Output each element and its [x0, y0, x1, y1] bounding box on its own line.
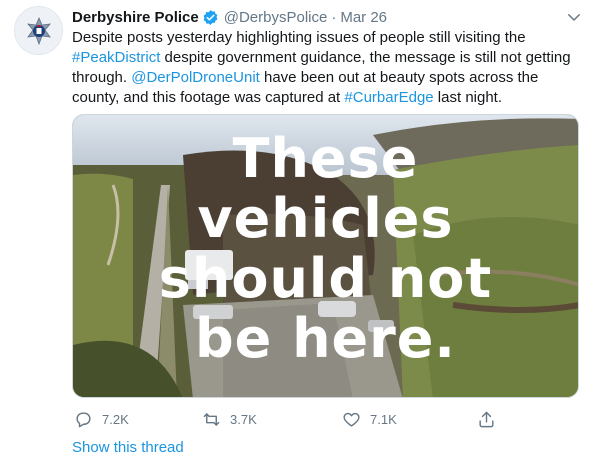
author-handle[interactable]: @DerbysPolice: [224, 9, 328, 26]
caption-line: vehicles: [197, 187, 454, 250]
retweet-icon: [203, 413, 220, 426]
text-segment: Despite posts yesterday highlighting iss…: [72, 29, 526, 46]
caption-line: These: [232, 127, 419, 190]
share-button[interactable]: [477, 410, 505, 429]
retweet-count: 3.7K: [230, 412, 257, 427]
caption-line: be here.: [195, 307, 456, 370]
hashtag-peakdistrict[interactable]: #PeakDistrict: [72, 49, 160, 66]
share-icon: [479, 411, 494, 428]
caption-line: should not: [158, 247, 493, 310]
tweet-actions: 7.2K 3.7K 7.1K: [72, 410, 572, 432]
retweet-button[interactable]: 3.7K: [202, 410, 257, 429]
separator-dot: ·: [331, 8, 337, 26]
avatar[interactable]: [14, 6, 63, 55]
like-count: 7.1K: [370, 412, 397, 427]
author-name[interactable]: Derbyshire Police: [72, 9, 199, 26]
hashtag-curbaredge[interactable]: #CurbarEdge: [344, 89, 433, 106]
tweet: Derbyshire Police @DerbysPolice · Mar 26…: [0, 0, 600, 456]
reply-count: 7.2K: [102, 412, 129, 427]
police-badge-icon: [26, 16, 51, 45]
reply-button[interactable]: 7.2K: [74, 410, 129, 429]
video-thumbnail[interactable]: These vehicles should not be here.: [72, 114, 579, 398]
tweet-date[interactable]: Mar 26: [340, 9, 387, 26]
heart-icon: [343, 412, 360, 427]
tweet-header: Derbyshire Police @DerbysPolice · Mar 26: [72, 7, 387, 27]
like-button[interactable]: 7.1K: [342, 410, 397, 429]
verified-badge-icon: [203, 9, 218, 25]
text-segment: last night.: [433, 89, 503, 106]
mention-derpoldroneunit[interactable]: @DerPolDroneUnit: [131, 69, 260, 86]
show-thread-link[interactable]: Show this thread: [72, 439, 184, 456]
reply-icon: [76, 412, 91, 428]
chevron-down-icon[interactable]: [565, 8, 583, 26]
video-caption: These vehicles should not be here.: [73, 129, 578, 369]
tweet-text: Despite posts yesterday highlighting iss…: [72, 28, 587, 108]
